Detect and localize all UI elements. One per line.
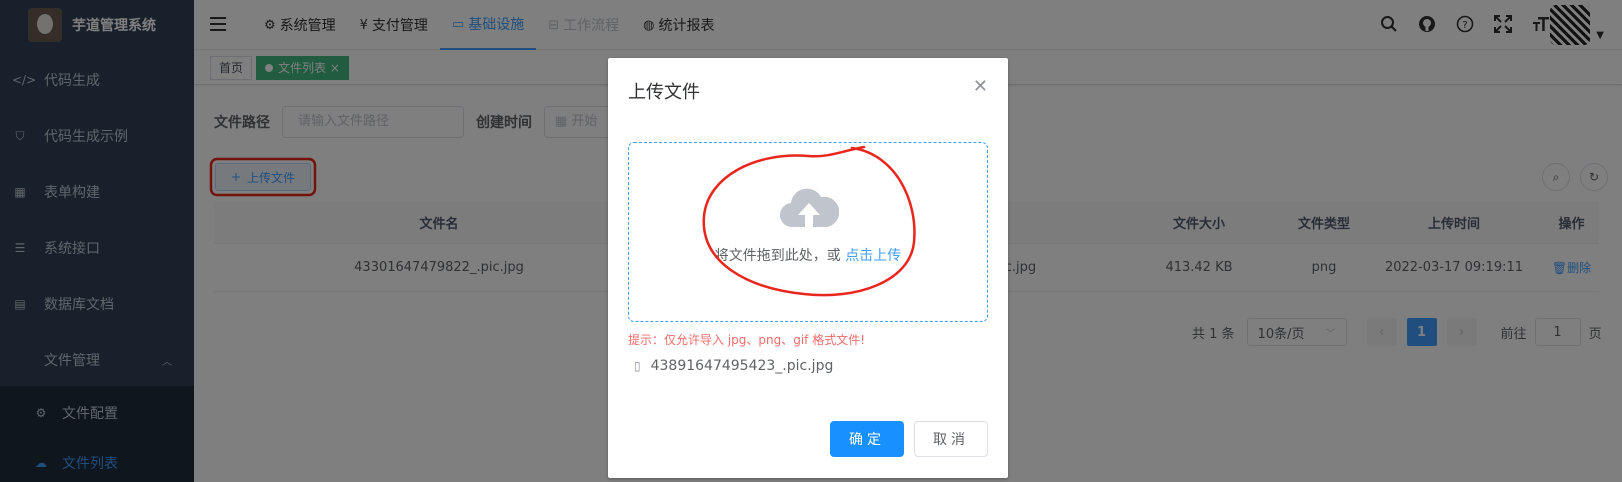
upload-dialog: 上传文件 ✕ 将文件拖到此处，或 点击上传 提示：仅允许导入 jpg、png、g… [608,58,1008,478]
upload-file-name: 43891647495423_.pic.jpg [650,358,834,374]
upload-file-item[interactable]: ▯ 43891647495423_.pic.jpg [634,358,833,374]
upload-tip: 提示：仅允许导入 jpg、png、gif 格式文件! [628,333,866,347]
dropzone-text: 将文件拖到此处，或 点击上传 [629,245,987,265]
cloud-upload-icon [780,188,839,228]
upload-dropzone[interactable]: 将文件拖到此处，或 点击上传 [628,142,988,322]
cancel-button[interactable]: 取消 [914,421,988,457]
confirm-label: 确定 [849,432,885,448]
drop-hint: 将文件拖到此处，或 [714,248,841,264]
document-icon: ▯ [634,359,641,373]
cancel-label: 取消 [933,432,969,448]
confirm-button[interactable]: 确定 [830,421,904,457]
close-icon[interactable]: ✕ [973,76,988,97]
click-upload-link[interactable]: 点击上传 [845,248,901,264]
dialog-title: 上传文件 [628,82,700,103]
